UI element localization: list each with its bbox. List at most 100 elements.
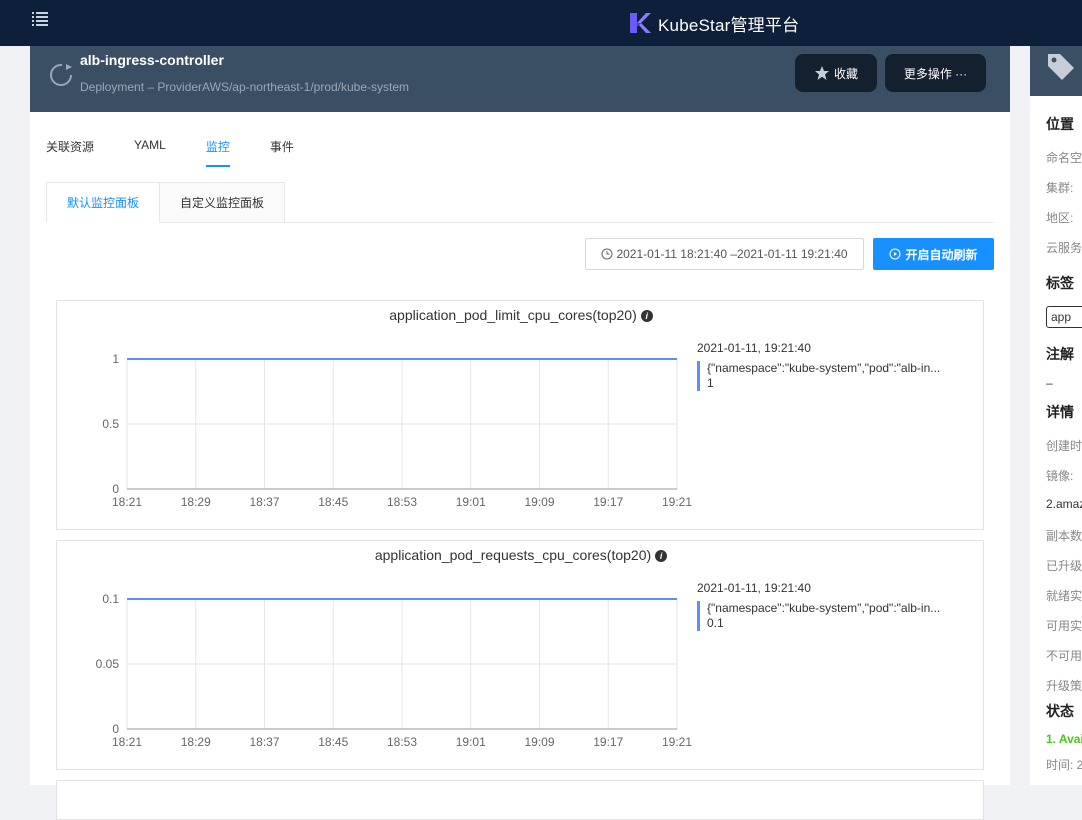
chart-title: application_pod_limit_cpu_cores(top20) i (57, 307, 985, 323)
x-tick-label: 18:45 (318, 735, 348, 749)
more-actions-button[interactable]: 更多操作 ··· (885, 54, 986, 92)
legend-item[interactable]: {"namespace":"kube-system","pod":"alb-in… (697, 601, 967, 631)
created-label: 创建时 (1046, 439, 1082, 453)
kubestar-logo-icon (630, 13, 651, 33)
upgraded-label: 已升级 (1046, 559, 1082, 573)
dashboard-tabs: 默认监控面板 自定义监控面板 (46, 182, 994, 223)
chart-panel: application_pod_limit_cpu_cores(top20) i … (56, 300, 984, 530)
x-tick-label: 19:01 (456, 735, 486, 749)
tab-events[interactable]: 事件 (270, 138, 294, 167)
tab-custom-dashboard[interactable]: 自定义监控面板 (159, 182, 285, 223)
x-tick-label: 18:37 (249, 735, 279, 749)
x-tick-label: 18:53 (387, 495, 417, 509)
auto-refresh-label: 开启自动刷新 (905, 247, 978, 262)
y-tick-label: 0.1 (102, 592, 119, 606)
y-tick-label: 0 (112, 482, 119, 496)
sidebar-header (1030, 46, 1082, 96)
x-tick-label: 19:21 (662, 495, 692, 509)
brand[interactable]: KubeStar管理平台 (628, 10, 799, 36)
x-tick-label: 18:53 (387, 735, 417, 749)
x-tick-label: 18:29 (181, 495, 211, 509)
brand-name: KubeStar管理平台 (658, 15, 800, 35)
chart-title-text: application_pod_limit_cpu_cores(top20) (389, 307, 637, 323)
namespace-label: 命名空 (1046, 151, 1082, 165)
deployment-icon (50, 64, 72, 86)
y-tick-label: 0.5 (102, 417, 119, 431)
auto-refresh-button[interactable]: 开启自动刷新 (873, 238, 994, 270)
annotations-value: – (1046, 376, 1053, 390)
region-label: 地区: (1046, 211, 1074, 225)
favorite-label: 收藏 (833, 66, 858, 81)
tab-yaml[interactable]: YAML (134, 138, 166, 167)
strategy-label: 升级策 (1046, 679, 1082, 693)
chart-title: application_pod_requests_cpu_cores(top20… (57, 547, 985, 563)
y-tick-label: 1 (112, 352, 119, 366)
label-tag-text: app (1051, 310, 1072, 324)
x-tick-label: 19:09 (524, 735, 554, 749)
resource-title: alb-ingress-controller (80, 52, 224, 68)
x-tick-label: 19:21 (662, 735, 692, 749)
chart-legend: 2021-01-11, 19:21:40 {"namespace":"kube-… (697, 341, 967, 391)
unavailable-label: 不可用 (1046, 649, 1082, 663)
ready-label: 就绪实 (1046, 589, 1082, 603)
y-tick-label: 0 (112, 722, 119, 736)
x-tick-label: 19:17 (593, 735, 623, 749)
chart-panel: application_pod_requests_cpu_cores(top20… (56, 540, 984, 770)
label-tag: app (1046, 306, 1082, 328)
x-tick-label: 18:29 (181, 735, 211, 749)
legend-series-value: 1 (707, 376, 714, 390)
tab-related-resources[interactable]: 关联资源 (46, 138, 94, 167)
x-tick-label: 19:09 (524, 495, 554, 509)
x-tick-label: 18:37 (249, 495, 279, 509)
legend-series-value: 0.1 (707, 616, 724, 630)
image-value: 2.amaz (1046, 497, 1082, 511)
time-range-picker[interactable]: 2021-01-11 18:21:40 –2021-01-11 19:21:40 (585, 238, 864, 270)
status-value: 1. Avai (1046, 732, 1082, 746)
legend-time: 2021-01-11, 19:21:40 (697, 581, 811, 595)
line-chart: 18:21 18:29 18:37 18:45 18:53 19:01 19:09 19:17… (102, 352, 692, 509)
tag-icon (1048, 54, 1074, 80)
x-tick-label: 19:17 (593, 495, 623, 509)
chart-title-text: application_pod_requests_cpu_cores(top20… (374, 547, 652, 563)
chart-legend: 2021-01-11, 19:21:40 {"namespace":"kube-… (697, 581, 967, 631)
top-bar: KubeStar管理平台 (0, 0, 1082, 46)
main-content: alb-ingress-controller Deployment – Prov… (30, 46, 1010, 820)
legend-time: 2021-01-11, 19:21:40 (697, 341, 811, 355)
cluster-label: 集群: (1046, 181, 1074, 195)
resource-tabs: 关联资源 YAML 监控 事件 (46, 138, 334, 167)
section-location: 位置 (1046, 116, 1074, 132)
more-actions-label: 更多操作 ··· (903, 66, 968, 81)
time-range-text: 2021-01-11 18:21:40 –2021-01-11 19:21:40 (616, 247, 848, 261)
x-tick-label: 18:21 (112, 735, 142, 749)
section-status: 状态 (1046, 703, 1074, 719)
resource-header: alb-ingress-controller Deployment – Prov… (30, 46, 1010, 112)
x-tick-label: 18:21 (112, 495, 142, 509)
legend-series-name: {"namespace":"kube-system","pod":"alb-in… (707, 601, 941, 615)
details-sidebar: 位置 命名空 集群: 地区: 云服务 标签 app 注解 – 详情 创建时 镜像… (1030, 46, 1082, 785)
section-annotations: 注解 (1046, 346, 1074, 362)
status-time: 时间: 2 (1046, 758, 1082, 772)
play-circle-icon (889, 248, 901, 260)
provider-label: 云服务 (1046, 241, 1082, 255)
x-tick-label: 18:45 (318, 495, 348, 509)
available-label: 可用实 (1046, 619, 1082, 633)
list-menu-icon[interactable] (30, 9, 50, 29)
info-icon[interactable]: i (655, 550, 668, 562)
tab-default-dashboard[interactable]: 默认监控面板 (46, 182, 160, 223)
section-labels: 标签 (1046, 275, 1074, 291)
chart-panel-partial (56, 780, 984, 820)
info-icon[interactable]: i (640, 310, 653, 322)
image-label: 镜像: (1046, 469, 1074, 483)
tab-monitoring[interactable]: 监控 (205, 138, 230, 167)
favorite-button[interactable]: 收藏 (795, 54, 877, 92)
x-tick-label: 19:01 (456, 495, 486, 509)
replicas-label: 副本数 (1046, 529, 1082, 543)
star-icon (814, 66, 829, 80)
clock-icon (601, 248, 613, 260)
y-tick-label: 0.05 (96, 657, 120, 671)
section-details: 详情 (1046, 404, 1074, 420)
resource-path: Deployment – ProviderAWS/ap-northeast-1/… (80, 80, 410, 94)
line-chart: 18:21 18:29 18:37 18:45 18:53 19:01 19:09 19:17… (96, 592, 693, 749)
legend-item[interactable]: {"namespace":"kube-system","pod":"alb-in… (697, 361, 967, 391)
legend-series-name: {"namespace":"kube-system","pod":"alb-in… (707, 361, 941, 375)
